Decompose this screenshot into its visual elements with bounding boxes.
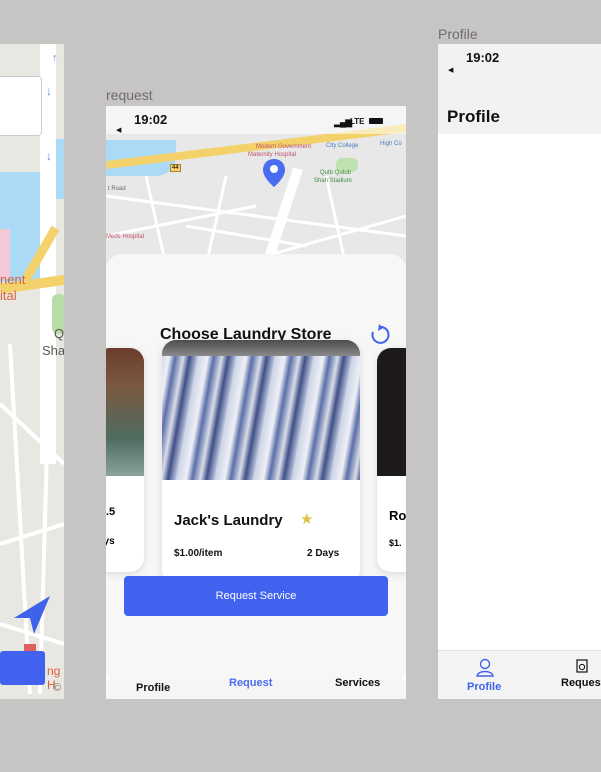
store-rating-partial: .5: [106, 506, 116, 518]
clothes-rail: [162, 340, 360, 356]
map-label: Sha: [42, 343, 64, 358]
store-price-partial: $1.: [389, 538, 402, 548]
back-arrow-icon[interactable]: ◀: [448, 66, 453, 74]
map-label: nent: [0, 272, 26, 287]
bottom-action-button[interactable]: [0, 651, 45, 685]
frame-title: Profile: [438, 26, 478, 42]
map-label: Q: [54, 326, 64, 341]
map-label: High Co: [380, 141, 402, 147]
store-image: [162, 340, 360, 480]
frame-title: request: [106, 87, 153, 103]
request-service-button[interactable]: Request Service: [124, 576, 388, 616]
page-title: Profile: [447, 107, 500, 126]
tab-services[interactable]: Services: [335, 677, 380, 689]
map-label: Shah Stadium: [314, 178, 352, 184]
map-view[interactable]: Modern Government Maternity Hospital Cit…: [106, 106, 406, 266]
battery-icon: [369, 118, 383, 124]
store-name-partial: Ro: [389, 508, 406, 523]
street-lines: [0, 344, 64, 694]
profile-icon: [476, 658, 494, 677]
location-pin-icon[interactable]: [262, 158, 286, 188]
tab-request[interactable]: Request: [229, 677, 272, 689]
profile-screen: ◀ 19:02 Profile Profile Request: [438, 44, 601, 699]
store-price: $1.00/item: [174, 548, 223, 559]
status-time: 19:02: [466, 50, 500, 65]
navigation-arrow-icon[interactable]: [10, 592, 54, 636]
map-label: ital: [0, 288, 17, 303]
map-label: City College: [326, 143, 359, 149]
store-card[interactable]: Jack's Laundry ★ $1.00/item 2 Days: [162, 340, 360, 584]
store-sheet: Choose Laundry Store .5 ays Jack's Laund…: [106, 254, 406, 684]
arrow-down-icon: ↓: [46, 84, 52, 98]
network-label: LTE: [350, 117, 365, 126]
refresh-icon[interactable]: [368, 324, 390, 346]
tab-profile[interactable]: Profile: [136, 682, 170, 694]
copyright-text: ©: [53, 682, 62, 694]
left-map-screen: ↓ ↓ ↑ nent ital Q Sha ng H ©: [0, 44, 64, 699]
tab-request[interactable]: Request: [561, 677, 601, 689]
tab-profile[interactable]: Profile: [467, 681, 501, 693]
signal-icon: ▂▄▆: [334, 117, 352, 127]
map-label: t Road: [108, 186, 126, 192]
highway-shield: 44: [170, 164, 181, 172]
store-days-partial: ays: [106, 536, 115, 547]
map-label: Qutb Qutub: [320, 170, 352, 176]
request-screen: Modern Government Maternity Hospital Cit…: [106, 106, 406, 699]
header: ◀ 19:02 Profile: [438, 44, 601, 134]
water-area: [56, 139, 64, 199]
status-time: 19:02: [134, 112, 168, 127]
store-image: [377, 348, 406, 476]
map-label: Meds Hospital: [106, 234, 145, 240]
store-image: [106, 348, 144, 476]
washing-machine-icon: [576, 659, 588, 673]
arrow-up-icon: ↑: [52, 52, 58, 64]
store-name: Jack's Laundry: [174, 512, 283, 529]
tab-bar: Profile Request: [438, 650, 601, 699]
store-card-partial-right[interactable]: Ro $1.: [377, 348, 406, 572]
tab-bar: Profile Request Services: [106, 677, 406, 699]
map-label: Modern Government: [256, 144, 312, 150]
search-box[interactable]: [0, 76, 42, 136]
store-days: 2 Days: [307, 548, 340, 559]
arrow-down-icon: ↓: [46, 149, 52, 163]
star-icon: ★: [300, 511, 314, 528]
back-arrow-icon[interactable]: ◀: [116, 126, 121, 134]
street-lines: [106, 176, 406, 266]
store-card-partial-left[interactable]: .5 ays: [106, 348, 144, 572]
